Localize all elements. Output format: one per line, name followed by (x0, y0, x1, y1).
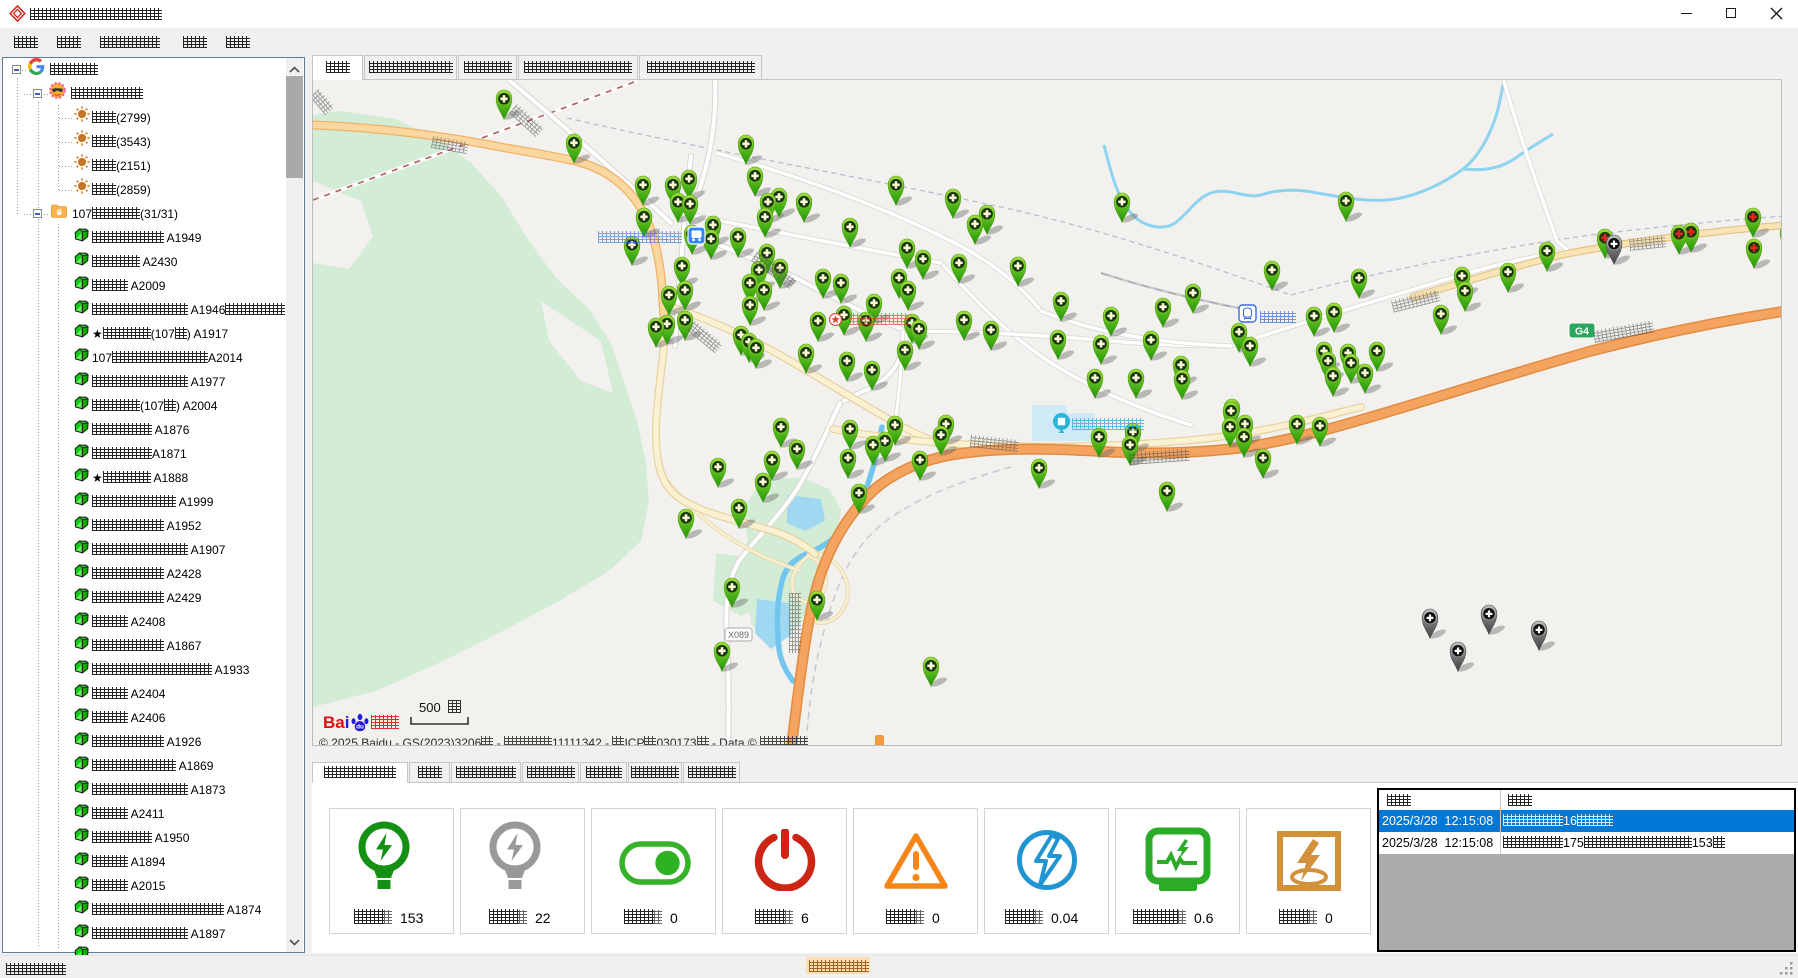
svg-text:500: 500 (419, 700, 441, 715)
svg-text:du: du (357, 724, 365, 731)
svg-text:X089: X089 (728, 630, 749, 640)
svg-text:G4: G4 (1575, 326, 1589, 338)
